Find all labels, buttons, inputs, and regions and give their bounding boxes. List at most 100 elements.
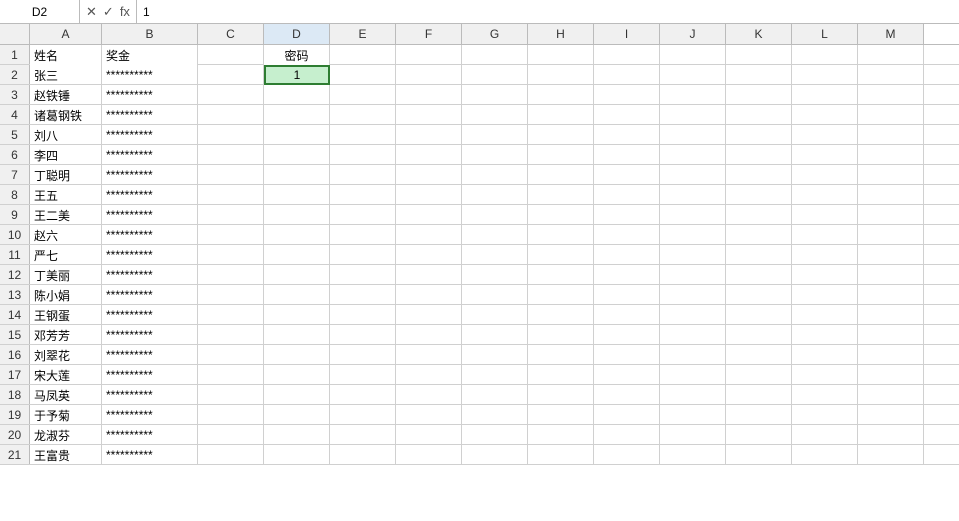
cell-j14[interactable] — [660, 305, 726, 325]
cell-f3[interactable] — [396, 85, 462, 105]
formula-input[interactable]: 1 — [137, 5, 959, 19]
cell-m15[interactable] — [858, 325, 924, 345]
cell-g10[interactable] — [462, 225, 528, 245]
cell-h21[interactable] — [528, 445, 594, 465]
cell-a7[interactable]: 丁聪明 — [30, 165, 102, 185]
cell-i20[interactable] — [594, 425, 660, 445]
cell-j5[interactable] — [660, 125, 726, 145]
cell-h19[interactable] — [528, 405, 594, 425]
cell-m6[interactable] — [858, 145, 924, 165]
cell-m16[interactable] — [858, 345, 924, 365]
cell-j15[interactable] — [660, 325, 726, 345]
cell-d17[interactable] — [264, 365, 330, 385]
col-header-h[interactable]: H — [528, 24, 594, 44]
cell-j11[interactable] — [660, 245, 726, 265]
cell-f9[interactable] — [396, 205, 462, 225]
cell-a12[interactable]: 丁美丽 — [30, 265, 102, 285]
cell-e10[interactable] — [330, 225, 396, 245]
cell-d20[interactable] — [264, 425, 330, 445]
cell-k4[interactable] — [726, 105, 792, 125]
cell-l14[interactable] — [792, 305, 858, 325]
cell-d18[interactable] — [264, 385, 330, 405]
col-header-m[interactable]: M — [858, 24, 924, 44]
cell-l11[interactable] — [792, 245, 858, 265]
cell-j3[interactable] — [660, 85, 726, 105]
cell-k9[interactable] — [726, 205, 792, 225]
cell-f4[interactable] — [396, 105, 462, 125]
cell-k15[interactable] — [726, 325, 792, 345]
cell-i14[interactable] — [594, 305, 660, 325]
cell-l17[interactable] — [792, 365, 858, 385]
cell-c5[interactable] — [198, 125, 264, 145]
cell-i9[interactable] — [594, 205, 660, 225]
cell-l2[interactable] — [792, 65, 858, 85]
cell-d11[interactable] — [264, 245, 330, 265]
cell-d15[interactable] — [264, 325, 330, 345]
cell-i3[interactable] — [594, 85, 660, 105]
cell-c18[interactable] — [198, 385, 264, 405]
cell-e15[interactable] — [330, 325, 396, 345]
cell-h10[interactable] — [528, 225, 594, 245]
cell-f2[interactable] — [396, 65, 462, 85]
cell-a2[interactable]: 张三 — [30, 65, 102, 85]
cell-b20[interactable]: ********** — [102, 425, 198, 445]
cell-m10[interactable] — [858, 225, 924, 245]
cell-c21[interactable] — [198, 445, 264, 465]
cell-l12[interactable] — [792, 265, 858, 285]
cell-h6[interactable] — [528, 145, 594, 165]
cell-d21[interactable] — [264, 445, 330, 465]
cell-e6[interactable] — [330, 145, 396, 165]
cell-e1[interactable] — [330, 45, 396, 65]
cell-b17[interactable]: ********** — [102, 365, 198, 385]
cell-c19[interactable] — [198, 405, 264, 425]
cell-e14[interactable] — [330, 305, 396, 325]
cell-i8[interactable] — [594, 185, 660, 205]
col-header-l[interactable]: L — [792, 24, 858, 44]
cell-b5[interactable]: ********** — [102, 125, 198, 145]
cell-d1[interactable]: 密码 — [264, 45, 330, 65]
cell-k1[interactable] — [726, 45, 792, 65]
cell-i21[interactable] — [594, 445, 660, 465]
cancel-icon[interactable]: ✕ — [86, 5, 97, 18]
cell-d12[interactable] — [264, 265, 330, 285]
cell-g2[interactable] — [462, 65, 528, 85]
cell-c15[interactable] — [198, 325, 264, 345]
cell-c20[interactable] — [198, 425, 264, 445]
col-header-j[interactable]: J — [660, 24, 726, 44]
cell-k7[interactable] — [726, 165, 792, 185]
cell-i13[interactable] — [594, 285, 660, 305]
cell-e13[interactable] — [330, 285, 396, 305]
cell-l7[interactable] — [792, 165, 858, 185]
cell-i12[interactable] — [594, 265, 660, 285]
cell-m5[interactable] — [858, 125, 924, 145]
cell-m13[interactable] — [858, 285, 924, 305]
cell-g11[interactable] — [462, 245, 528, 265]
cell-b12[interactable]: ********** — [102, 265, 198, 285]
cell-b14[interactable]: ********** — [102, 305, 198, 325]
cell-m20[interactable] — [858, 425, 924, 445]
confirm-icon[interactable]: ✓ — [103, 5, 114, 18]
cell-g15[interactable] — [462, 325, 528, 345]
cell-c16[interactable] — [198, 345, 264, 365]
cell-e21[interactable] — [330, 445, 396, 465]
cell-k19[interactable] — [726, 405, 792, 425]
cell-i5[interactable] — [594, 125, 660, 145]
cell-l5[interactable] — [792, 125, 858, 145]
cell-b16[interactable]: ********** — [102, 345, 198, 365]
cell-a1[interactable]: 姓名 — [30, 45, 102, 65]
cell-e3[interactable] — [330, 85, 396, 105]
cell-i6[interactable] — [594, 145, 660, 165]
cell-l13[interactable] — [792, 285, 858, 305]
cell-i4[interactable] — [594, 105, 660, 125]
cell-j16[interactable] — [660, 345, 726, 365]
cell-j6[interactable] — [660, 145, 726, 165]
cell-a21[interactable]: 王富贵 — [30, 445, 102, 465]
cell-f12[interactable] — [396, 265, 462, 285]
col-header-k[interactable]: K — [726, 24, 792, 44]
cell-e16[interactable] — [330, 345, 396, 365]
cell-f17[interactable] — [396, 365, 462, 385]
cell-d6[interactable] — [264, 145, 330, 165]
cell-k20[interactable] — [726, 425, 792, 445]
cell-g4[interactable] — [462, 105, 528, 125]
cell-l21[interactable] — [792, 445, 858, 465]
